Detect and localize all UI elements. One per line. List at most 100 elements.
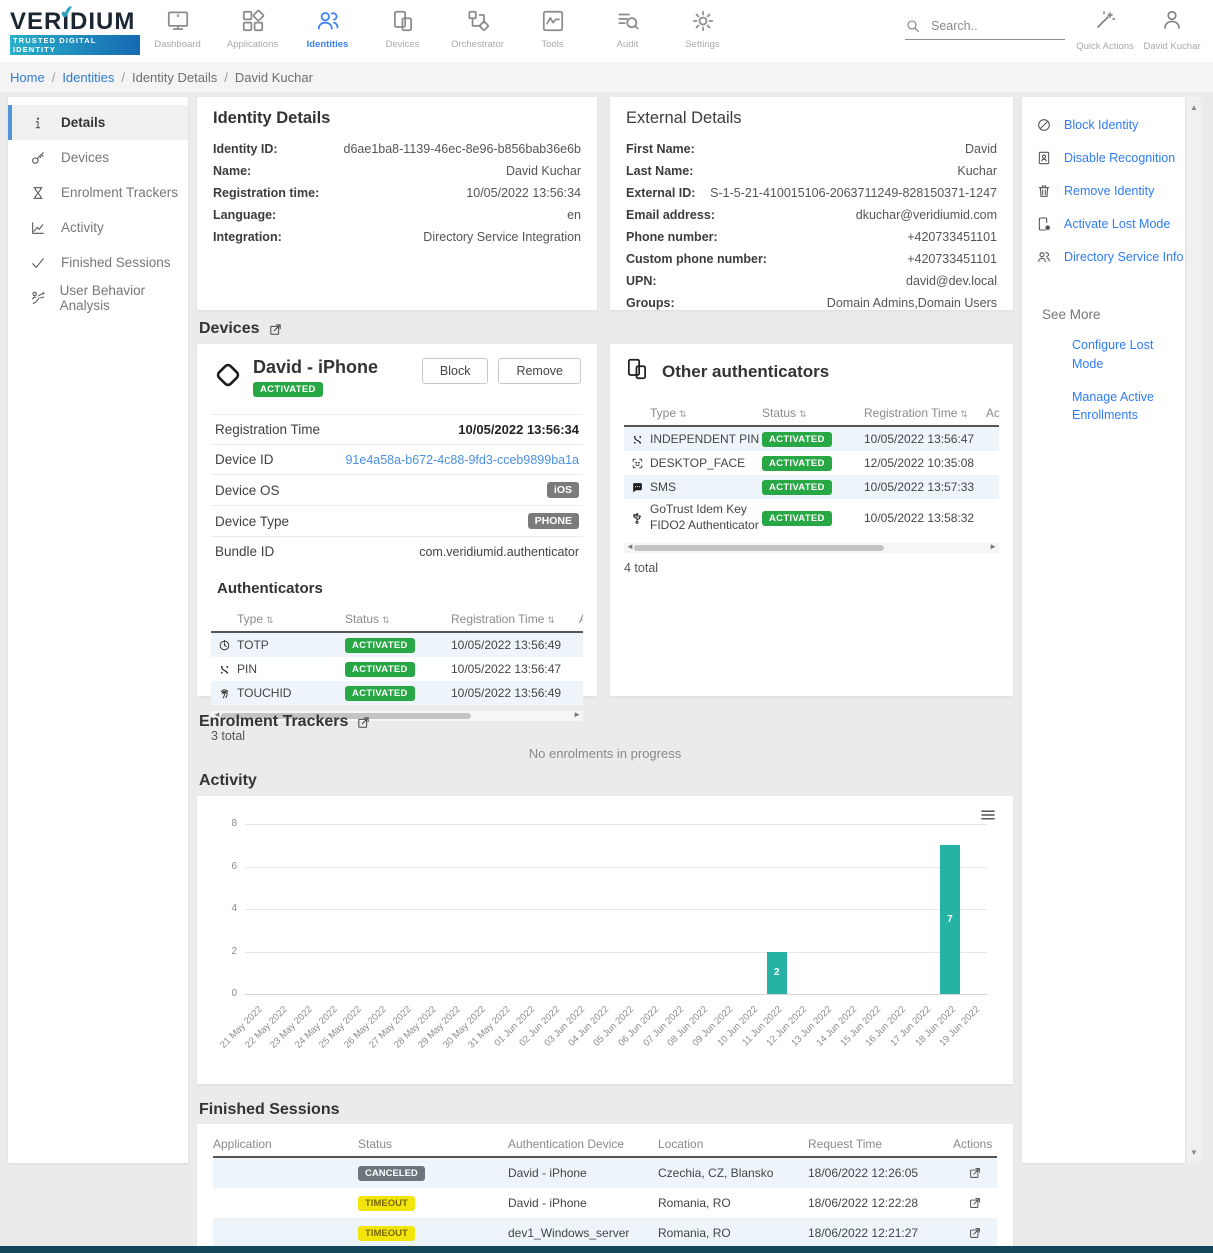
nav-item-identities[interactable]: Identities [290, 6, 365, 50]
nav-item-applications[interactable]: Applications [215, 6, 290, 50]
horizontal-scrollbar[interactable]: ◄► [624, 543, 999, 553]
activity-bar[interactable]: 2 [767, 952, 787, 995]
nav-item-devices[interactable]: Devices [365, 6, 440, 50]
finished-sessions-panel: Application Status Authentication Device… [197, 1124, 1013, 1253]
field-value: en [567, 208, 581, 222]
delete-authenticator-button[interactable] [986, 512, 999, 525]
devices-external-link-icon[interactable] [268, 322, 283, 337]
breadcrumb-identities[interactable]: Identities [62, 70, 114, 85]
trash-icon [1036, 183, 1054, 199]
session-details-button[interactable] [953, 1226, 997, 1240]
authenticators-total: 3 total [211, 729, 583, 743]
field-value: Directory Service Integration [423, 230, 581, 244]
logo-text: VERIDIUM [10, 10, 140, 34]
authenticators-title: Authenticators [217, 580, 583, 597]
id-card-icon [1036, 150, 1054, 166]
sort-time[interactable]: Registration Time⇅ [451, 612, 579, 626]
status-badge: ACTIVATED [762, 511, 832, 526]
vertical-scrollbar[interactable]: ▲ ▼ [1187, 97, 1201, 1163]
sidebar-item-enrolment-trackers[interactable]: Enrolment Trackers [8, 175, 188, 210]
nav-item-orchestrator[interactable]: Orchestrator [440, 6, 515, 50]
sidebar-item-user-behavior-analysis[interactable]: User Behavior Analysis [8, 280, 188, 315]
key-icon [30, 150, 48, 166]
devices-section-title: Devices [199, 320, 260, 338]
device-id-link[interactable]: 91e4a58a-b672-4c88-9fd3-cceb9899ba1a [345, 453, 579, 467]
status-badge: ACTIVATED [762, 432, 832, 447]
breadcrumb-user: David Kuchar [235, 70, 313, 85]
device-type-badge: PHONE [528, 513, 579, 529]
monitor-icon [140, 6, 215, 36]
sidebar-item-devices[interactable]: Devices [8, 140, 188, 175]
chart-menu-icon[interactable] [979, 806, 997, 829]
sidebar-item-finished-sessions[interactable]: Finished Sessions [8, 245, 188, 280]
session-details-button[interactable] [953, 1166, 997, 1180]
table-row: PIN ACTIVATED 10/05/2022 13:56:47 [211, 657, 583, 681]
sidebar-item-activity[interactable]: Activity [8, 210, 188, 245]
delete-authenticator-button[interactable] [986, 457, 999, 470]
field-value: d6ae1ba8-1139-46ec-8e96-b856bab36e6b [344, 142, 581, 156]
status-badge: ACTIVATED [762, 456, 832, 471]
other-authenticators-title: Other authenticators [662, 362, 829, 382]
search-box [905, 18, 1065, 40]
session-details-button[interactable] [953, 1196, 997, 1210]
delete-authenticator-button[interactable] [986, 481, 999, 494]
activity-bar[interactable]: 7 [940, 845, 960, 994]
block-button[interactable]: Block [422, 358, 489, 384]
status-badge: CANCELED [358, 1166, 425, 1181]
hourglass-icon [30, 185, 48, 201]
search-input[interactable] [931, 19, 1051, 33]
wand-icon [1093, 19, 1117, 36]
enrolment-external-link-icon[interactable] [356, 715, 371, 730]
field-value: 10/05/2022 13:56:34 [466, 186, 581, 200]
clock-icon [211, 639, 237, 652]
breadcrumb-home[interactable]: Home [10, 70, 45, 85]
sidebar-item-details[interactable]: Details [8, 105, 188, 140]
directory-service-info-action[interactable]: Directory Service Info [1036, 249, 1185, 265]
device-title: David - iPhone [253, 357, 378, 378]
scroll-down-arrow[interactable]: ▼ [1187, 1148, 1201, 1157]
nav-item-dashboard[interactable]: Dashboard [140, 6, 215, 50]
sort-time[interactable]: Registration Time⇅ [864, 406, 986, 420]
usb-icon [624, 511, 650, 525]
manage-active-enrollments-link[interactable]: Manage Active Enrollments [1072, 388, 1171, 426]
device-diamond-icon [213, 360, 243, 395]
veridium-logo[interactable]: VERIDIUM ✔ TRUSTED DIGITAL IDENTITY [10, 10, 140, 57]
nav-item-settings[interactable]: Settings [665, 6, 740, 50]
device-row: Registration Time10/05/2022 13:56:34 [211, 414, 583, 444]
search-icon [905, 18, 921, 34]
devices-section-header: Devices [199, 320, 283, 338]
nav-item-tools[interactable]: Tools [515, 6, 590, 50]
logo-check-icon: ✔ [59, 2, 76, 24]
remove-button[interactable]: Remove [498, 358, 581, 384]
device-status-badge: ACTIVATED [253, 382, 323, 397]
quick-actions-button[interactable]: Quick Actions [1073, 8, 1137, 52]
sort-type[interactable]: Type⇅ [650, 406, 762, 420]
sort-status[interactable]: Status⇅ [762, 406, 864, 420]
other-authenticators-table: Type⇅ Status⇅ Registration Time⇅ Actions… [624, 401, 999, 537]
activity-icon [30, 220, 48, 236]
remove-identity-action[interactable]: Remove Identity [1036, 183, 1185, 199]
phone-lost-icon [1036, 216, 1054, 232]
configure-lost-mode-link[interactable]: Configure Lost Mode [1072, 336, 1171, 374]
user-menu[interactable]: David Kuchar [1141, 8, 1203, 52]
activity-chart-panel: 0246821 May 202222 May 202223 May 202224… [197, 796, 1013, 1084]
disable-recognition-action[interactable]: Disable Recognition [1036, 150, 1185, 166]
orchestrator-icon [440, 6, 515, 36]
sort-status[interactable]: Status⇅ [345, 612, 451, 626]
scroll-up-arrow[interactable]: ▲ [1187, 103, 1201, 112]
devices-pair-icon [624, 356, 650, 387]
identity-details-title: Identity Details [213, 109, 581, 128]
check-icon [30, 255, 48, 271]
block-identity-action[interactable]: Block Identity [1036, 117, 1185, 133]
status-badge: ACTIVATED [762, 480, 832, 495]
activate-lost-mode-action[interactable]: Activate Lost Mode [1036, 216, 1185, 232]
other-authenticators-panel: Other authenticators Type⇅ Status⇅ Regis… [610, 344, 1013, 696]
status-badge: ACTIVATED [345, 638, 415, 653]
status-badge: ACTIVATED [345, 686, 415, 701]
sort-type[interactable]: Type⇅ [237, 612, 345, 626]
nav-item-audit[interactable]: Audit [590, 6, 665, 50]
no-enrolments-message: No enrolments in progress [197, 746, 1013, 761]
table-row: INDEPENDENT PIN ACTIVATED 10/05/2022 13:… [624, 427, 999, 451]
finished-sessions-header: Finished Sessions [199, 1101, 339, 1119]
field-label: Name: [213, 164, 251, 178]
